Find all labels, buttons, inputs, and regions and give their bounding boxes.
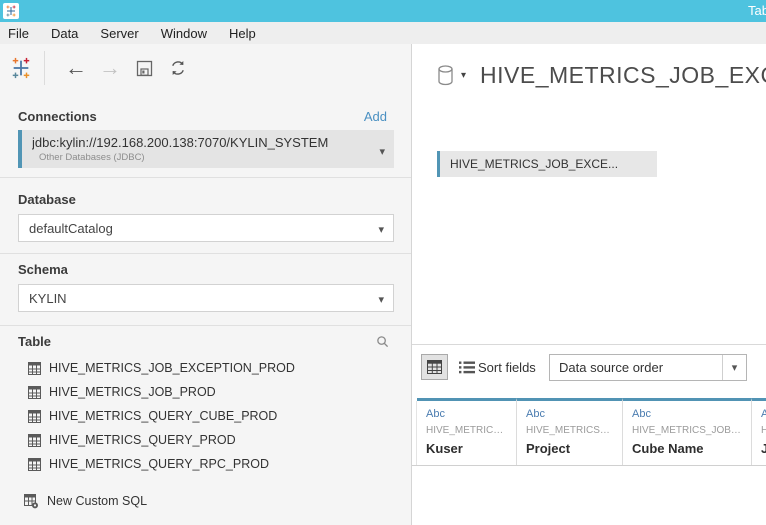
grid-view-button[interactable] bbox=[421, 354, 448, 380]
chevron-down-icon[interactable]: ▾ bbox=[461, 70, 466, 81]
sort-order-select[interactable]: Data source order ▾ bbox=[549, 354, 747, 381]
grid-column-header[interactable]: Abc HIVE_METRICS_JO... J... bbox=[752, 398, 766, 465]
back-arrow-icon: ← bbox=[65, 55, 87, 80]
connections-header-row: Connections Add bbox=[18, 108, 387, 124]
toolbar: ← → bbox=[0, 44, 411, 92]
undo-button[interactable]: ← bbox=[59, 53, 93, 83]
tableau-logo-icon bbox=[12, 57, 30, 79]
table-name: HIVE_METRICS_QUERY_CUBE_PROD bbox=[49, 409, 278, 423]
add-connection-link[interactable]: Add bbox=[364, 109, 387, 124]
data-preview-grid: Abc HIVE_METRICS_J... Kuser Abc HIVE_MET… bbox=[412, 398, 766, 525]
table-list-item[interactable]: HIVE_METRICS_QUERY_CUBE_PROD bbox=[28, 404, 405, 428]
database-select[interactable]: defaultCatalog ▾ bbox=[18, 214, 394, 242]
field-type-badge: Abc bbox=[761, 408, 766, 420]
database-label: Database bbox=[18, 192, 76, 207]
menubar: File Data Server Window Help bbox=[0, 22, 766, 44]
search-icon[interactable] bbox=[376, 335, 389, 348]
save-icon bbox=[136, 60, 152, 76]
canvas-grid-divider bbox=[412, 344, 766, 345]
schema-select-value: KYLIN bbox=[29, 290, 67, 306]
list-view-button[interactable] bbox=[455, 356, 479, 378]
table-grid-icon bbox=[28, 457, 41, 471]
table-name: HIVE_METRICS_JOB_EXCEPTION_PROD bbox=[49, 361, 295, 375]
connections-header: Connections bbox=[18, 108, 97, 124]
table-list: HIVE_METRICS_JOB_EXCEPTION_PROD HIVE_MET… bbox=[28, 356, 405, 476]
window-title: Tab bbox=[748, 3, 766, 18]
custom-sql-icon bbox=[24, 493, 38, 508]
table-grid-icon bbox=[28, 385, 41, 399]
schema-label: Schema bbox=[18, 262, 68, 277]
window-titlebar: Tab bbox=[0, 0, 766, 22]
table-name: HIVE_METRICS_JOB_PROD bbox=[49, 385, 216, 399]
grid-column-header[interactable]: Abc HIVE_METRICS_J... Kuser bbox=[417, 398, 517, 465]
canvas-table-chip-label: HIVE_METRICS_JOB_EXCE... bbox=[450, 157, 619, 171]
database-icon[interactable] bbox=[437, 65, 454, 86]
canvas-table-chip[interactable]: HIVE_METRICS_JOB_EXCE... bbox=[437, 151, 657, 177]
table-list-item[interactable]: HIVE_METRICS_QUERY_PROD bbox=[28, 428, 405, 452]
connection-subtitle: Other Databases (JDBC) bbox=[39, 152, 145, 163]
list-view-icon bbox=[459, 361, 475, 373]
table-name: HIVE_METRICS_QUERY_PROD bbox=[49, 433, 236, 447]
grid-header-bottom-border bbox=[412, 465, 766, 466]
refresh-icon bbox=[172, 60, 184, 76]
section-divider bbox=[0, 253, 411, 254]
table-header-row: Table bbox=[18, 333, 389, 349]
chevron-down-icon[interactable]: ▾ bbox=[379, 145, 385, 158]
grid-view-icon bbox=[427, 360, 442, 374]
preview-toolbar: Sort fields Data source order ▾ bbox=[412, 352, 766, 382]
field-name: Kuser bbox=[426, 441, 463, 456]
database-select-value: defaultCatalog bbox=[29, 220, 113, 236]
menu-file[interactable]: File bbox=[0, 24, 40, 43]
section-divider bbox=[0, 325, 411, 326]
refresh-button[interactable] bbox=[161, 53, 195, 83]
field-name: Cube Name bbox=[632, 441, 704, 456]
sort-order-value: Data source order bbox=[559, 360, 664, 375]
new-custom-sql[interactable]: New Custom SQL bbox=[24, 489, 147, 513]
field-table-name: HIVE_METRICS_J... bbox=[426, 425, 508, 436]
schema-select[interactable]: KYLIN ▾ bbox=[18, 284, 394, 312]
field-name: J... bbox=[761, 441, 766, 456]
table-name: HIVE_METRICS_QUERY_RPC_PROD bbox=[49, 457, 269, 471]
field-type-badge: Abc bbox=[632, 408, 651, 420]
field-type-badge: Abc bbox=[526, 408, 545, 420]
datasource-canvas: ▾ HIVE_METRICS_JOB_EXCE HIVE_METRICS_JOB… bbox=[412, 44, 766, 525]
field-table-name: HIVE_METRICS_JO... bbox=[761, 425, 766, 436]
save-button[interactable] bbox=[127, 53, 161, 83]
connection-sidebar: ← → Connections Add jdbc:kylin://192.168 bbox=[0, 44, 412, 525]
field-name: Project bbox=[526, 441, 571, 456]
field-table-name: HIVE_METRICS_JOB_EX... bbox=[632, 425, 743, 436]
toolbar-separator bbox=[44, 51, 45, 85]
field-table-name: HIVE_METRICS_JO... bbox=[526, 425, 614, 436]
menu-help[interactable]: Help bbox=[218, 24, 267, 43]
sort-fields-label: Sort fields bbox=[478, 360, 536, 375]
datasource-title: HIVE_METRICS_JOB_EXCE bbox=[480, 62, 766, 88]
grid-column-header[interactable]: Abc HIVE_METRICS_JO... Project bbox=[517, 398, 623, 465]
tableau-logo-button[interactable] bbox=[10, 57, 32, 79]
grid-column-header[interactable]: Abc HIVE_METRICS_JOB_EX... Cube Name bbox=[623, 398, 752, 465]
chevron-down-icon[interactable]: ▾ bbox=[378, 223, 384, 236]
chevron-down-icon[interactable]: ▾ bbox=[722, 355, 746, 380]
connection-name: jdbc:kylin://192.168.200.138:7070/KYLIN_… bbox=[32, 135, 329, 150]
field-type-badge: Abc bbox=[426, 408, 445, 420]
connection-card[interactable]: jdbc:kylin://192.168.200.138:7070/KYLIN_… bbox=[18, 130, 394, 168]
menu-server[interactable]: Server bbox=[89, 24, 149, 43]
new-custom-sql-label: New Custom SQL bbox=[47, 494, 148, 508]
table-grid-icon bbox=[28, 361, 41, 375]
tableau-logo-icon bbox=[6, 5, 16, 17]
table-label: Table bbox=[18, 333, 51, 349]
redo-button[interactable]: → bbox=[93, 53, 127, 83]
table-grid-icon bbox=[28, 433, 41, 447]
table-grid-icon bbox=[28, 409, 41, 423]
section-divider bbox=[0, 177, 411, 178]
menu-data[interactable]: Data bbox=[40, 24, 89, 43]
table-list-item[interactable]: HIVE_METRICS_QUERY_RPC_PROD bbox=[28, 452, 405, 476]
tableau-datasource-window: { "window": { "title": "Tab" }, "menubar… bbox=[0, 0, 766, 525]
forward-arrow-icon: → bbox=[99, 55, 121, 80]
chevron-down-icon[interactable]: ▾ bbox=[378, 293, 384, 306]
tableau-app-icon bbox=[3, 3, 19, 19]
menu-window[interactable]: Window bbox=[150, 24, 218, 43]
datasource-title-row: ▾ HIVE_METRICS_JOB_EXCE bbox=[437, 62, 766, 89]
table-list-item[interactable]: HIVE_METRICS_JOB_EXCEPTION_PROD bbox=[28, 356, 405, 380]
table-list-item[interactable]: HIVE_METRICS_JOB_PROD bbox=[28, 380, 405, 404]
